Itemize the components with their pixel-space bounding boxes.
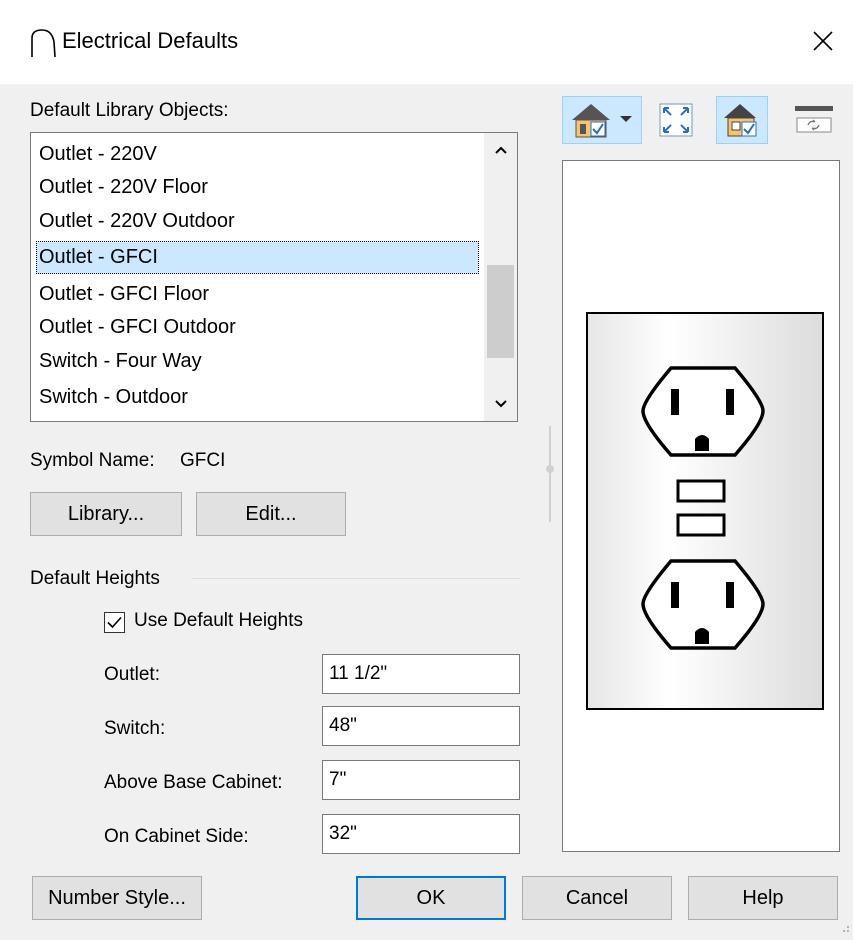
list-item[interactable]: Outlet - 220V Floor	[36, 171, 479, 204]
above-base-cabinet-field[interactable]: 7"	[322, 760, 520, 800]
fit-to-window-button[interactable]	[652, 96, 700, 144]
fit-window-icon	[659, 103, 693, 137]
chevron-down-icon	[494, 400, 507, 408]
use-default-heights-label[interactable]: Use Default Heights	[134, 610, 303, 632]
house-view-icon	[572, 104, 632, 138]
scroll-down-button[interactable]	[484, 387, 517, 421]
outlet-height-field[interactable]: 11 1/2"	[322, 654, 520, 694]
above-base-cabinet-label: Above Base Cabinet:	[104, 772, 283, 793]
resize-grip[interactable]	[835, 918, 851, 934]
view-options-button[interactable]	[562, 96, 642, 144]
app-arc-icon	[30, 28, 56, 58]
scroll-up-button[interactable]	[484, 133, 517, 167]
group-divider	[192, 578, 520, 579]
switch-height-field[interactable]: 48"	[322, 706, 520, 746]
3d-view-toggle-button[interactable]	[716, 96, 768, 144]
list-scrollbar[interactable]	[484, 133, 517, 421]
scroll-thumb[interactable]	[487, 265, 514, 358]
refresh-preview-button[interactable]	[788, 96, 840, 144]
splitter-handle[interactable]	[546, 465, 554, 473]
switch-height-label: Switch:	[104, 718, 166, 739]
on-cabinet-side-field[interactable]: 32"	[322, 814, 520, 854]
gfci-outlet-preview	[586, 312, 824, 710]
window-title: Electrical Defaults	[62, 28, 239, 53]
list-item-selected[interactable]: Outlet - GFCI	[36, 241, 479, 274]
close-icon	[813, 31, 833, 51]
list-item[interactable]: Outlet - 220V Outdoor	[36, 205, 479, 238]
outlet-height-label: Outlet:	[104, 664, 160, 685]
library-objects-listbox[interactable]: Outlet - 220V Outlet - 220V Floor Outlet…	[30, 132, 518, 422]
help-button[interactable]: Help	[688, 876, 838, 920]
list-item[interactable]: Outlet - GFCI Outdoor	[36, 311, 479, 344]
resize-grip-icon	[843, 926, 849, 932]
list-item[interactable]: Switch - Outdoor	[36, 381, 479, 414]
chevron-up-icon	[494, 146, 507, 154]
library-objects-label: Default Library Objects:	[30, 100, 229, 121]
symbol-preview-pane[interactable]	[562, 160, 840, 852]
default-heights-group-label: Default Heights	[30, 568, 160, 589]
list-item[interactable]: Switch - Four Way	[36, 345, 479, 378]
library-button[interactable]: Library...	[30, 492, 182, 536]
list-item[interactable]: Outlet - 220V	[36, 138, 479, 171]
refresh-icon	[795, 106, 833, 133]
list-item[interactable]: Outlet - GFCI Floor	[36, 278, 479, 311]
on-cabinet-side-label: On Cabinet Side:	[104, 826, 249, 847]
cancel-button[interactable]: Cancel	[522, 876, 672, 920]
symbol-name-label: Symbol Name:	[30, 450, 155, 471]
use-default-heights-checkbox[interactable]	[104, 612, 125, 633]
edit-button[interactable]: Edit...	[196, 492, 346, 536]
close-button[interactable]	[800, 18, 846, 64]
checkmark-icon	[107, 616, 122, 629]
pane-splitter[interactable]	[549, 426, 551, 522]
ok-button[interactable]: OK	[356, 876, 506, 920]
number-style-button[interactable]: Number Style...	[32, 876, 202, 920]
3d-house-icon	[724, 104, 757, 137]
symbol-name-value: GFCI	[180, 450, 226, 471]
